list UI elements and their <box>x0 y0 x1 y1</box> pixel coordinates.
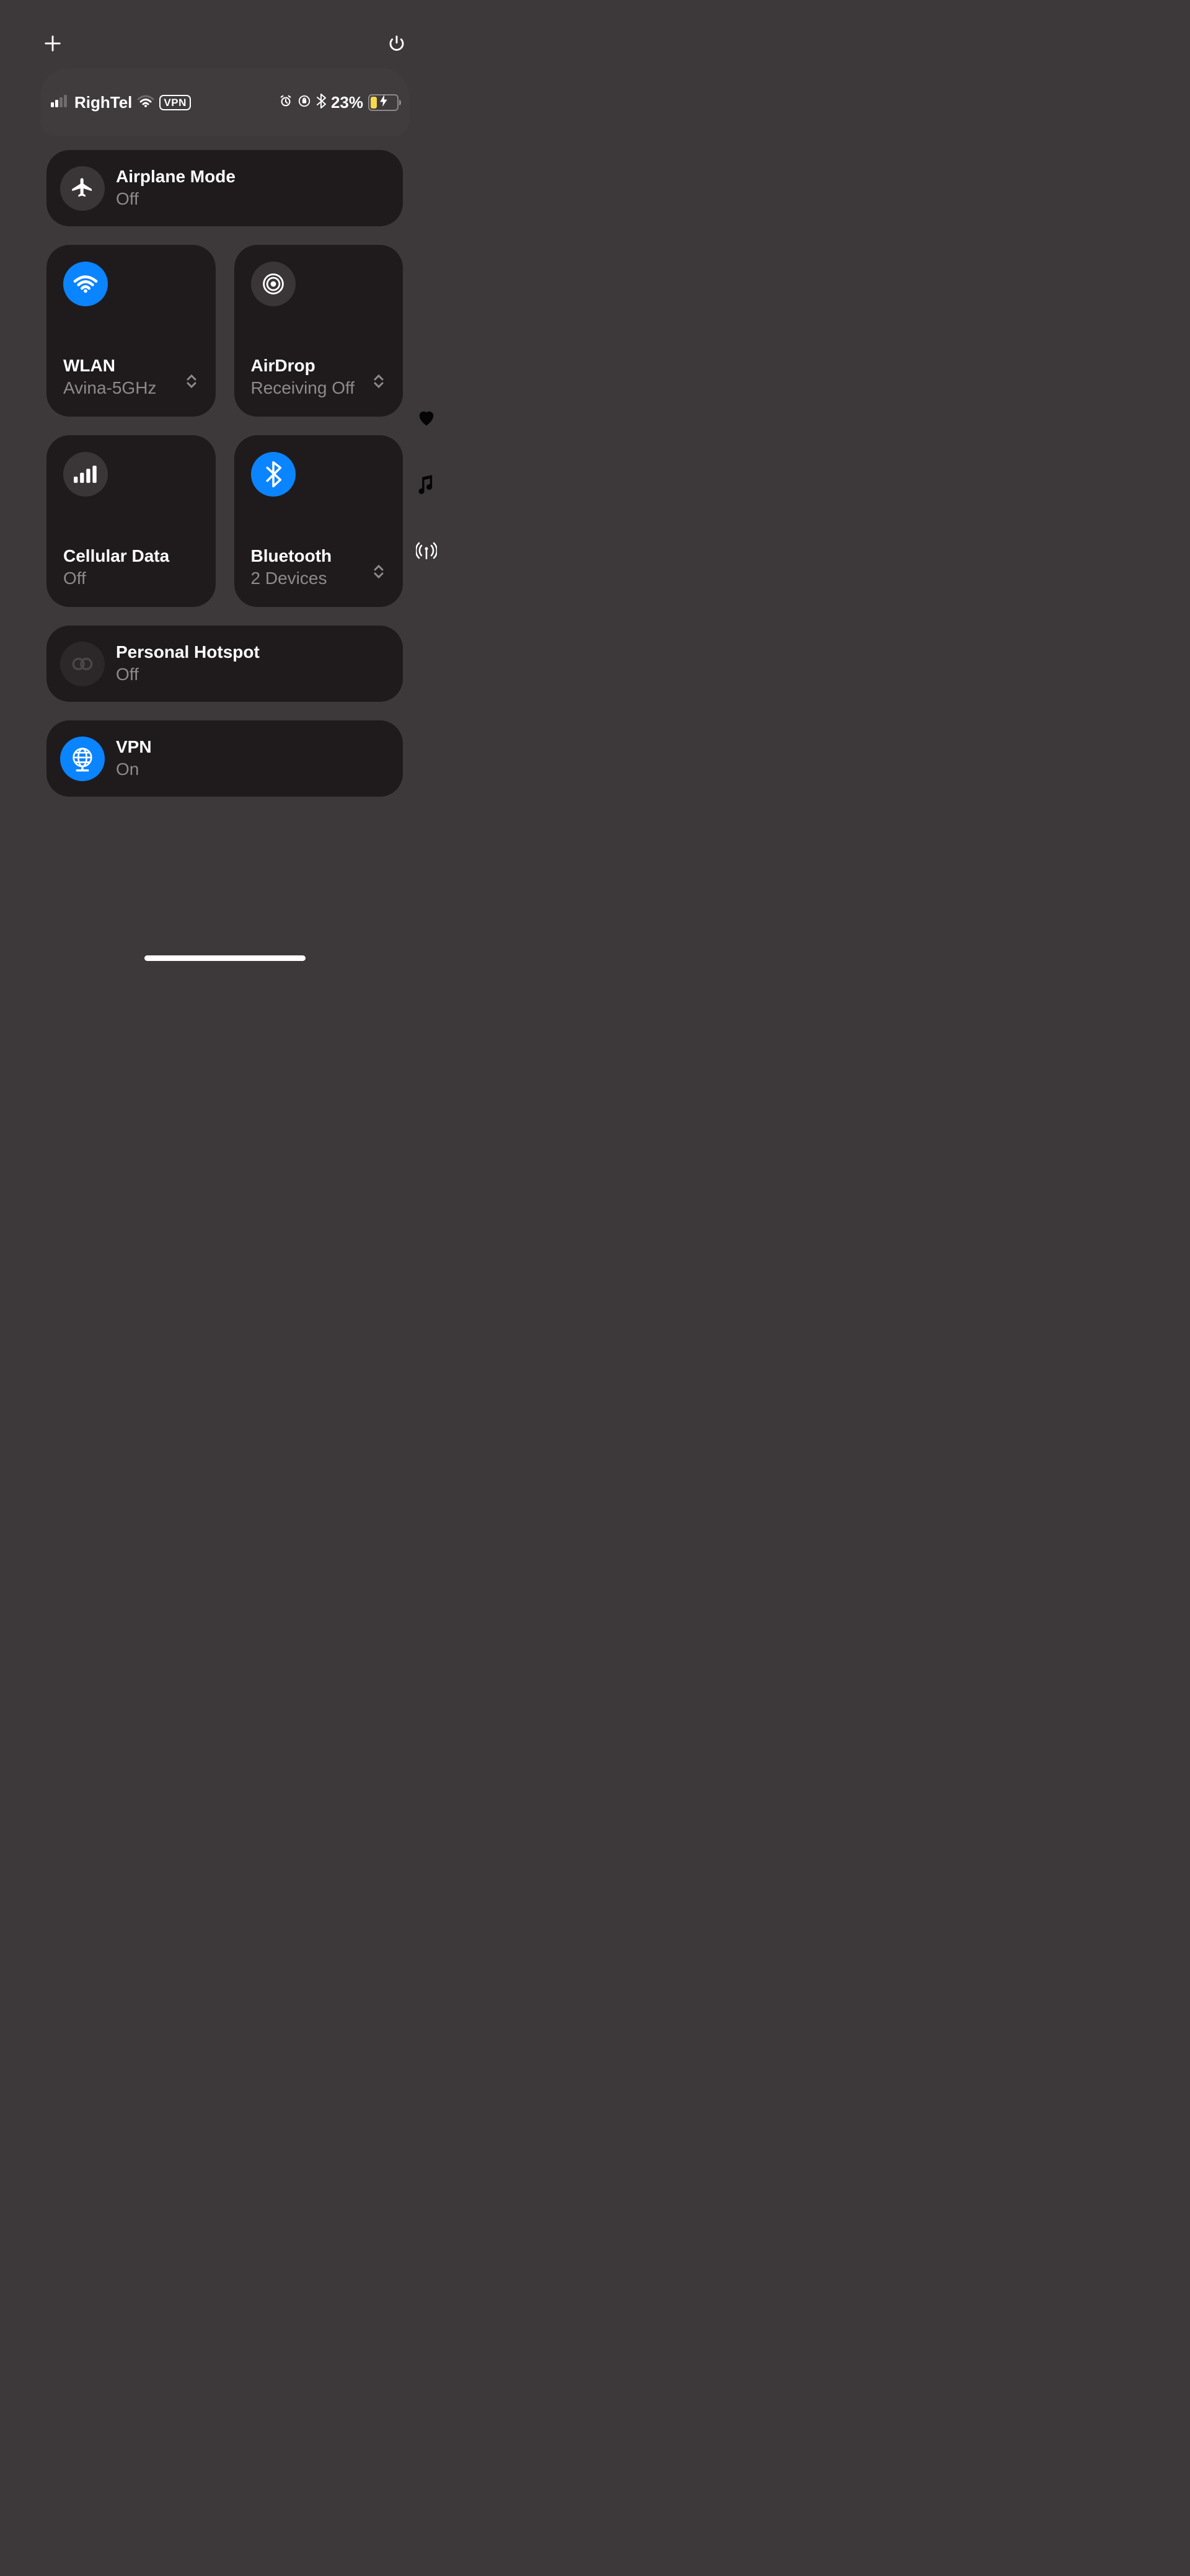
cellular-signal-icon <box>51 95 69 110</box>
bluetooth-subtitle: 2 Devices <box>251 567 372 590</box>
hotspot-subtitle: Off <box>116 663 260 686</box>
vpn-tile[interactable]: VPN On <box>46 720 403 797</box>
airdrop-icon <box>251 262 296 306</box>
vpn-subtitle: On <box>116 758 152 781</box>
hotspot-title: Personal Hotspot <box>116 641 260 663</box>
airdrop-tile[interactable]: AirDrop Receiving Off <box>234 245 403 417</box>
airplane-icon <box>60 166 105 211</box>
bluetooth-tile[interactable]: Bluetooth 2 Devices <box>234 435 403 607</box>
airplane-title: Airplane Mode <box>116 166 236 187</box>
cellular-subtitle: Off <box>63 567 199 590</box>
status-bar-preview: RighTel VPN <box>40 68 409 136</box>
expand-icon[interactable] <box>371 374 386 389</box>
vpn-globe-icon <box>60 737 105 781</box>
expand-icon[interactable] <box>184 374 199 389</box>
alarm-icon <box>279 94 293 111</box>
bluetooth-title: Bluetooth <box>251 545 372 567</box>
wlan-title: WLAN <box>63 355 184 376</box>
battery-percent: 23% <box>331 93 363 112</box>
page-favorites-icon[interactable] <box>417 409 436 430</box>
wifi-icon <box>63 262 108 306</box>
hotspot-tile[interactable]: Personal Hotspot Off <box>46 626 403 702</box>
hotspot-icon <box>60 642 105 686</box>
airdrop-title: AirDrop <box>251 355 372 376</box>
cellular-tile[interactable]: Cellular Data Off <box>46 435 216 607</box>
vpn-title: VPN <box>116 736 152 758</box>
battery-icon <box>368 94 399 111</box>
cellular-icon <box>63 452 108 497</box>
page-music-icon[interactable] <box>418 474 435 497</box>
bluetooth-status-icon <box>316 94 326 112</box>
airplane-mode-tile[interactable]: Airplane Mode Off <box>46 150 403 226</box>
wifi-status-icon <box>137 95 154 110</box>
vpn-badge: VPN <box>159 95 190 110</box>
wlan-tile[interactable]: WLAN Avina-5GHz <box>46 245 216 417</box>
bluetooth-icon <box>251 452 296 497</box>
carrier-name: RighTel <box>74 93 132 112</box>
cellular-title: Cellular Data <box>63 545 199 567</box>
page-connectivity-icon[interactable] <box>416 542 437 562</box>
home-indicator[interactable] <box>144 955 306 961</box>
expand-icon[interactable] <box>371 564 386 579</box>
rotation-lock-icon <box>298 94 311 111</box>
airplane-subtitle: Off <box>116 187 236 211</box>
wlan-subtitle: Avina-5GHz <box>63 376 184 400</box>
add-button[interactable] <box>43 34 62 53</box>
airdrop-subtitle: Receiving Off <box>251 376 372 400</box>
power-button[interactable] <box>387 34 406 53</box>
